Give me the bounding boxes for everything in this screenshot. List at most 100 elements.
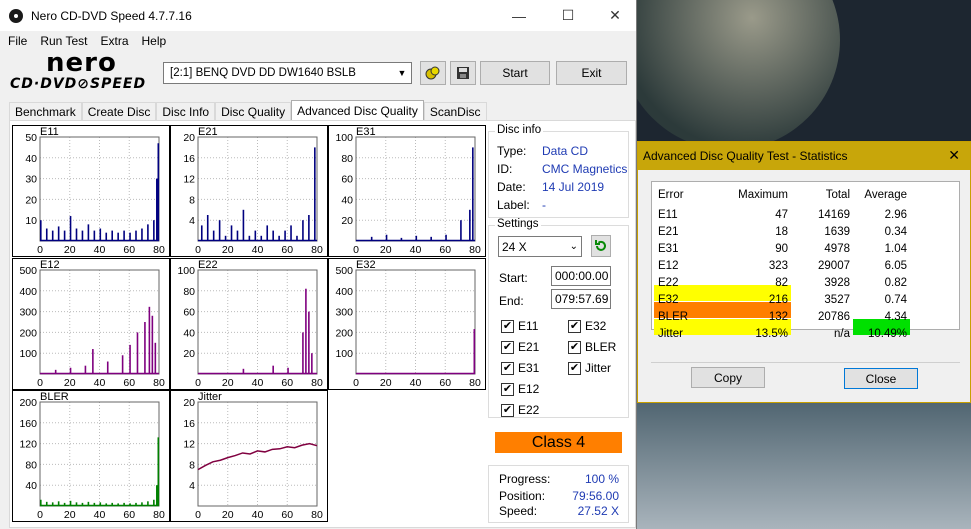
chart-svg: 0 20 40 60 80 20 16 12 8 4: [183, 397, 323, 521]
chart-e21: 0 20 40 60 80 20 16 12 8 4 E21: [170, 125, 328, 257]
tab-disc-info[interactable]: Disc Info: [156, 102, 216, 121]
bar: [148, 306, 151, 374]
y-tick-label: 160: [19, 418, 37, 430]
y-tick-label: 30: [25, 174, 37, 186]
start-button[interactable]: Start: [480, 61, 550, 85]
menu-run-test[interactable]: Run Test: [40, 34, 87, 48]
close-icon[interactable]: ✕: [948, 147, 960, 164]
bar: [123, 230, 125, 241]
bar: [305, 288, 307, 374]
stats-cell: 0.74: [884, 294, 907, 306]
tab-disc-quality[interactable]: Disc Quality: [215, 102, 292, 121]
tab-advanced-disc-quality[interactable]: Advanced Disc Quality: [291, 100, 424, 121]
stats-row: E32 216 3527 0.74: [652, 293, 961, 310]
speed-select[interactable]: 24 X ⌄: [498, 236, 582, 257]
stats-cell: Error: [658, 189, 684, 201]
chart-svg: 0 20 40 60 80 500 400 300 200 100: [19, 265, 165, 389]
check-e12[interactable]: ✔ E12: [501, 382, 539, 396]
bar: [111, 230, 113, 241]
progress-value: 100 %: [584, 472, 619, 486]
speed-value: 27.52 X: [577, 504, 619, 518]
stats-cell: 3928: [824, 277, 850, 289]
exit-button[interactable]: Exit: [556, 61, 627, 85]
minimize-button[interactable]: —: [496, 0, 542, 31]
y-tick-label: 20: [25, 194, 37, 206]
stats-cell: 29007: [818, 260, 850, 272]
x-tick-label: 80: [153, 377, 165, 389]
x-tick-label: 80: [153, 509, 165, 521]
chart-e12: 0 20 40 60 80 500 400 300 200 100 E12: [12, 258, 170, 390]
refresh-icon: [595, 240, 606, 251]
stats-cell: E22: [658, 277, 679, 289]
stats-cell: 6.05: [884, 260, 907, 272]
progress-label: Progress:: [499, 472, 551, 486]
check-jitter[interactable]: ✔ Jitter: [568, 361, 611, 375]
close-dialog-button[interactable]: Close: [844, 368, 918, 389]
check-e21[interactable]: ✔ E21: [501, 340, 539, 354]
x-tick-label: 40: [94, 244, 106, 256]
speed-select-value: 24 X: [502, 239, 527, 254]
check-e11[interactable]: ✔ E11: [501, 319, 538, 333]
menu-extra[interactable]: Extra: [100, 34, 128, 48]
stats-cell: 0.82: [884, 277, 907, 289]
x-tick-label: 60: [281, 244, 293, 256]
check-bler[interactable]: ✔ BLER: [568, 340, 616, 354]
end-time-input[interactable]: 079:57.69: [551, 289, 611, 309]
statistics-title: Advanced Disc Quality Test - Statistics: [643, 149, 848, 163]
bar: [284, 230, 286, 241]
check-e22[interactable]: ✔ E22: [501, 403, 539, 417]
stats-cell: E11: [658, 209, 678, 221]
x-tick-label: 80: [311, 244, 323, 256]
bar: [200, 225, 203, 241]
checkmark-icon: ✔: [501, 403, 514, 417]
maximize-button[interactable]: ☐: [545, 0, 591, 31]
check-jitter-label: Jitter: [585, 361, 612, 375]
x-tick-label: 60: [123, 509, 135, 521]
y-tick-label: 50: [25, 132, 37, 144]
tab-benchmark[interactable]: Benchmark: [9, 102, 82, 121]
y-tick-label: 500: [335, 265, 353, 277]
eject-button[interactable]: [420, 61, 446, 85]
window-title: Nero CD-DVD Speed 4.7.7.16: [31, 8, 192, 23]
stats-cell: 323: [768, 260, 788, 272]
menu-help[interactable]: Help: [142, 34, 167, 48]
copy-button[interactable]: Copy: [691, 367, 765, 388]
check-e31-label: E31: [518, 361, 540, 375]
end-time-label: End:: [499, 294, 524, 308]
stats-cell: 20786: [818, 311, 850, 323]
checkmark-icon: ✔: [501, 382, 514, 396]
start-time-label: Start:: [499, 271, 528, 285]
check-e12-label: E12: [518, 382, 540, 396]
refresh-speed-button[interactable]: [591, 235, 611, 257]
bar: [302, 220, 304, 241]
y-tick-label: 120: [19, 439, 37, 451]
menu-file[interactable]: File: [8, 34, 27, 48]
save-button[interactable]: [450, 61, 476, 85]
chart-e22: 0 20 40 60 80 100 80 60 40 20 E22: [170, 258, 328, 390]
chart-svg: 0 20 40 60 80 500 400 300 200 100: [335, 265, 481, 389]
x-tick-label: 40: [94, 509, 106, 521]
tab-scandisc[interactable]: ScanDisc: [423, 102, 487, 121]
check-e32[interactable]: ✔ E32: [568, 319, 606, 333]
stats-cell: 4.34: [884, 311, 907, 323]
drive-select[interactable]: [2:1] BENQ DVD DD DW1640 BSLB ▼: [163, 62, 412, 84]
stats-cell: 0.34: [884, 226, 907, 238]
tab-create-disc[interactable]: Create Disc: [81, 102, 157, 121]
start-time-input[interactable]: 000:00.00: [551, 266, 611, 286]
y-tick-label: 200: [19, 397, 37, 409]
bar: [121, 355, 124, 374]
date-label: Date:: [497, 180, 526, 194]
y-tick-label: 40: [25, 480, 37, 492]
close-button[interactable]: ✕: [592, 0, 638, 31]
stats-cell: 2.96: [884, 209, 907, 221]
y-tick-label: 4: [189, 215, 195, 227]
y-tick-label: 60: [183, 307, 195, 319]
bar: [206, 215, 209, 241]
label-value: -: [542, 198, 546, 212]
bar: [135, 230, 137, 241]
bar: [153, 220, 155, 241]
check-e31[interactable]: ✔ E31: [501, 361, 539, 375]
checkmark-icon: ✔: [501, 361, 514, 375]
bar: [157, 437, 160, 506]
x-tick-label: 60: [123, 377, 135, 389]
